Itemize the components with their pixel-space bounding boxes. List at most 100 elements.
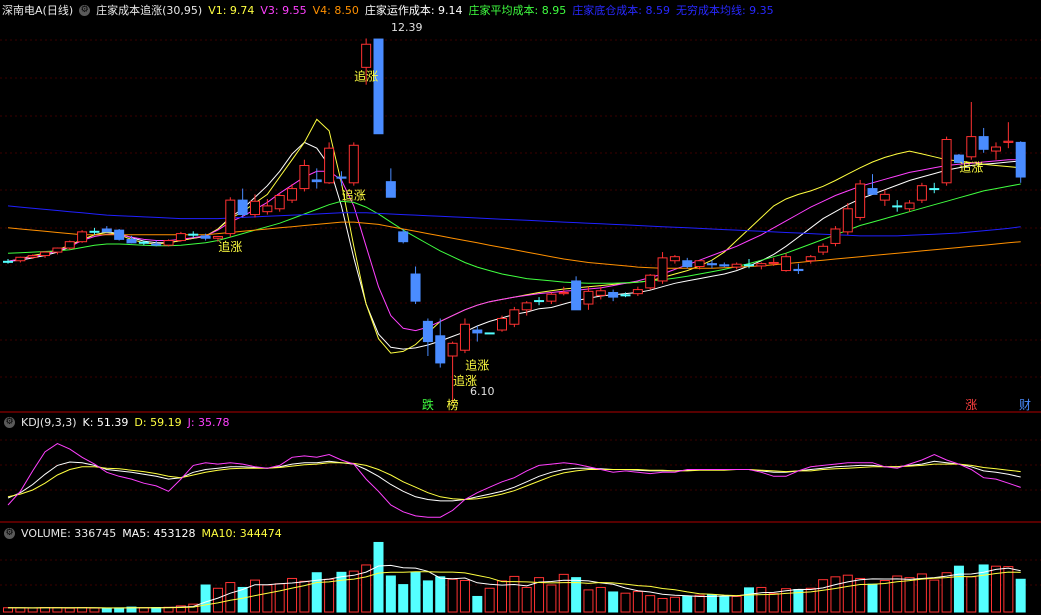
candle-body [595, 290, 606, 296]
infinite-ma: 无穷成本均线: 9.35 [675, 4, 774, 17]
volume-bar [101, 607, 112, 613]
candle-body [781, 256, 792, 272]
candle-body [966, 136, 977, 158]
candle-body [669, 256, 680, 262]
volume-bar [904, 577, 915, 613]
candle-body [929, 188, 940, 191]
candle-body [793, 268, 804, 272]
candle-body [435, 335, 446, 364]
candle-body [768, 261, 779, 265]
volume-bar [632, 591, 643, 613]
volume-bar [953, 565, 964, 613]
gear-icon[interactable]: ⚙ [4, 416, 15, 428]
kdj-k: K: 51.39 [82, 415, 129, 429]
volume-bar [768, 593, 779, 613]
high-price-label: 12.39 [391, 21, 423, 34]
volume-bar [842, 574, 853, 613]
volume-title[interactable]: VOLUME: 336745 [21, 527, 116, 540]
volume-bar [3, 607, 13, 613]
stock-title[interactable]: 深南电A(日线) [2, 2, 73, 18]
volume-bars [3, 541, 1026, 613]
candle-body [855, 183, 866, 218]
candle-body [459, 323, 470, 351]
candle-body [867, 188, 878, 195]
candle-body [484, 332, 495, 335]
volume-bar [472, 595, 483, 613]
volume-bar [669, 596, 680, 613]
kdj-d: D: 59.19 [134, 415, 182, 429]
event-tag: 跌 [422, 397, 434, 412]
volume-bar [608, 591, 619, 613]
gear-icon[interactable]: ⚙ [4, 527, 15, 539]
main-chart-header: 深南电A(日线) ⚙ 庄家成本追涨(30,95) V1: 9.74 V3: 9.… [0, 0, 780, 20]
candle-body [694, 260, 705, 268]
volume-bar [64, 607, 75, 613]
candle-body [447, 342, 458, 357]
volume-bar [731, 595, 742, 613]
candle-body [805, 256, 816, 262]
candle-body [175, 233, 186, 242]
volume-bar [114, 607, 125, 613]
candle-body [311, 179, 322, 183]
volume-bar [435, 576, 446, 613]
candle-body [620, 294, 631, 297]
volume-bar [262, 584, 273, 613]
gear-icon[interactable]: ⚙ [79, 4, 91, 16]
candle-body [991, 146, 1001, 152]
volume-bar [225, 582, 236, 613]
candle-body [916, 185, 927, 201]
candle-body [237, 199, 248, 216]
volume-bar [27, 607, 38, 613]
candle-body [521, 302, 532, 311]
v3-value: V3: 9.55 [260, 3, 307, 17]
bottom-cost: 庄家底仓成本: 8.59 [572, 4, 670, 17]
average-cost: 庄家平均成本: 8.95 [468, 4, 567, 17]
volume-bar [398, 584, 409, 613]
candle-body [879, 193, 890, 201]
candle-body [1003, 140, 1014, 143]
volume-bar [781, 588, 792, 613]
volume-bar [595, 586, 606, 613]
candle-body [126, 238, 137, 244]
indicator-name[interactable]: 庄家成本追涨(30,95) [96, 2, 202, 18]
volume-bar [200, 584, 211, 613]
candle-body [583, 290, 594, 305]
ma-line [7, 183, 1021, 284]
candle-body [40, 251, 51, 257]
volume-bar [645, 595, 656, 613]
volume-bar [89, 607, 100, 613]
candle-body [77, 231, 88, 243]
volume-bar [744, 587, 754, 613]
candle-body [830, 228, 841, 244]
candle-body [262, 205, 273, 213]
volume-bar [459, 580, 470, 613]
candle-body [941, 139, 952, 184]
candle-body [348, 144, 359, 184]
volume-bar [348, 570, 359, 613]
candle-body [250, 200, 260, 216]
candle-body [287, 188, 298, 201]
operating-cost: 庄家运作成本: 9.14 [364, 4, 463, 17]
kdj-title[interactable]: KDJ(9,3,3) [21, 416, 77, 429]
candle-body [361, 43, 372, 68]
candle-body [632, 289, 643, 295]
candle-body [398, 231, 409, 243]
volume-bar [879, 580, 890, 613]
candle-body [336, 176, 347, 179]
volume-bar [657, 598, 668, 613]
volume-bar [373, 541, 384, 613]
signal-label: 追涨 [354, 69, 378, 84]
kdj-j: J: 35.78 [187, 415, 230, 429]
volume-bar [237, 586, 248, 613]
event-tag: 涨 [965, 397, 977, 412]
volume-bar [706, 594, 717, 613]
candle-body [299, 164, 310, 190]
candle-body [64, 241, 75, 249]
candle-body [422, 320, 433, 343]
volume-bar [447, 578, 458, 613]
volume-bar [324, 578, 335, 613]
candle-body [719, 264, 730, 267]
candlestick-series [3, 38, 1026, 403]
candle-body [904, 202, 915, 210]
signal-label: 追涨 [465, 358, 489, 373]
